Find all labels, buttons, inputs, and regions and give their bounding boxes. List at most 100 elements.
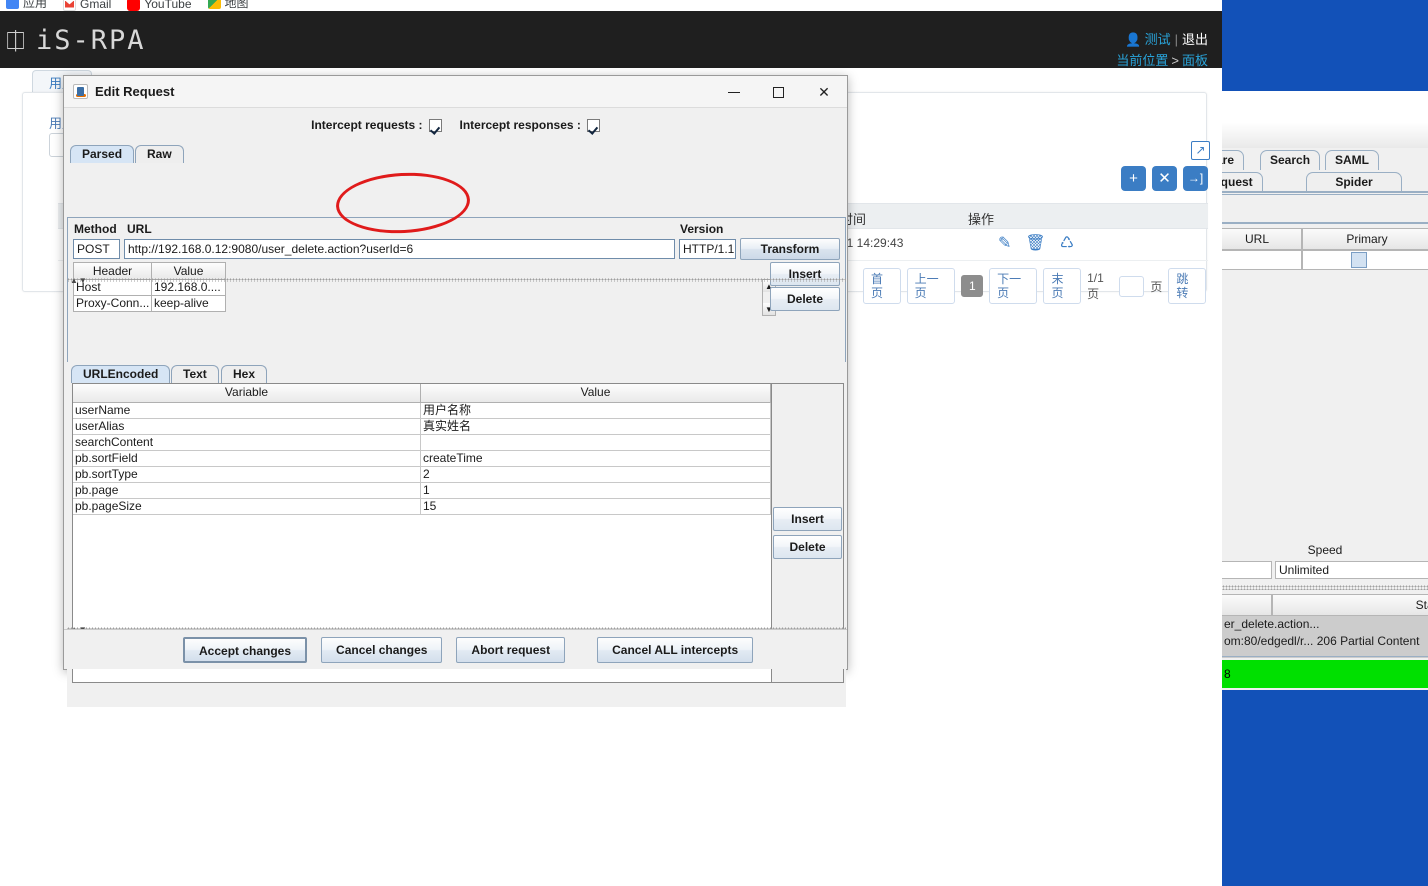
table-row[interactable]: pb.sortType 2: [73, 467, 771, 483]
breadcrumb-chevron-icon: >: [1171, 53, 1179, 68]
method-label: Method: [74, 222, 117, 236]
table-row[interactable]: pb.pageSize 15: [73, 499, 771, 515]
intercept-responses-checkbox[interactable]: [586, 118, 600, 132]
intercept-requests-option[interactable]: Intercept requests :: [311, 118, 442, 132]
acunetix-speed-value[interactable]: Unlimited: [1275, 561, 1428, 579]
edit-icon[interactable]: ✎: [998, 233, 1011, 253]
body-delete-button[interactable]: Delete: [773, 535, 842, 559]
pager-next[interactable]: 下一页: [989, 268, 1038, 304]
accept-changes-button[interactable]: Accept changes: [183, 636, 308, 663]
close-icon[interactable]: ✕: [801, 76, 847, 108]
acunetix-splitter[interactable]: [1222, 585, 1428, 590]
bookmark-apps[interactable]: 应用: [6, 0, 47, 11]
table-row[interactable]: pb.sortField createTime: [73, 451, 771, 467]
body-col-value[interactable]: Value: [421, 384, 771, 403]
body-value-cell[interactable]: createTime: [421, 451, 771, 467]
delete-button[interactable]: ✕: [1152, 166, 1177, 191]
pager-page-input[interactable]: [1118, 275, 1145, 297]
header-value-cell[interactable]: 192.168.0....: [152, 280, 226, 296]
bookmark-label: 地图: [224, 0, 249, 10]
acunetix-col-primary[interactable]: Primary: [1302, 228, 1428, 250]
bookmark-acunetix[interactable]: Acunetix - Login: [265, 0, 561, 11]
tab-raw[interactable]: Raw: [135, 145, 184, 163]
edit-request-dialog: Edit Request ✕ Intercept requests : Inte…: [63, 75, 848, 707]
body-value-cell[interactable]: 真实姓名: [421, 419, 771, 435]
header-name-cell[interactable]: Proxy-Conn...: [73, 296, 152, 312]
transform-button[interactable]: Transform: [740, 238, 840, 260]
add-button[interactable]: +: [1121, 166, 1146, 191]
body-insert-button[interactable]: Insert: [773, 507, 842, 531]
tab-parsed[interactable]: Parsed: [70, 145, 135, 163]
rpa-username[interactable]: 测试: [1145, 32, 1171, 47]
acunetix-cell-url[interactable]: [1222, 250, 1302, 270]
tab-saml[interactable]: SAML: [1325, 150, 1379, 170]
tab-hex[interactable]: Hex: [221, 365, 268, 383]
bookmark-maps[interactable]: 地图: [207, 0, 249, 11]
acunetix-tab-separator: [1222, 191, 1428, 193]
acunetix-speed-left-field[interactable]: [1222, 561, 1272, 579]
pager-prev[interactable]: 上一页: [906, 268, 956, 304]
body-col-variable[interactable]: Variable: [73, 384, 421, 403]
cancel-changes-button[interactable]: Cancel changes: [321, 636, 443, 663]
intercept-responses-option[interactable]: Intercept responses :: [460, 118, 600, 132]
pager-info: 1/1页: [1087, 270, 1104, 301]
cancel-all-intercepts-button[interactable]: Cancel ALL intercepts: [597, 636, 754, 663]
tab-request[interactable]: equest: [1222, 172, 1263, 192]
body-variable-cell[interactable]: searchContent: [73, 435, 421, 451]
bookmark-gmail[interactable]: Gmail: [63, 0, 111, 11]
table-row[interactable]: Proxy-Conn... keep-alive: [73, 296, 763, 312]
table-row[interactable]: pb.page 1: [73, 483, 771, 499]
header-insert-button[interactable]: Insert: [770, 262, 840, 286]
body-variable-cell[interactable]: userAlias: [73, 419, 421, 435]
list-item[interactable]: om:80/edgedl/r... 206 Partial Content: [1222, 633, 1428, 650]
method-field[interactable]: POST: [73, 239, 120, 259]
rpa-logout-link[interactable]: 退出: [1182, 32, 1208, 47]
body-value-cell[interactable]: 15: [421, 499, 771, 515]
table-row[interactable]: Host 192.168.0....: [73, 280, 763, 296]
parsed-splitter[interactable]: [67, 278, 846, 282]
abort-request-button[interactable]: Abort request: [456, 636, 566, 663]
tab-text[interactable]: Text: [171, 365, 219, 383]
acunetix-log-list[interactable]: er_delete.action... om:80/edgedl/r... 20…: [1222, 616, 1428, 658]
tab-urlencoded[interactable]: URLEncoded: [71, 365, 171, 383]
dialog-title-bar[interactable]: Edit Request ✕: [64, 76, 847, 108]
expand-icon[interactable]: ↗: [1191, 141, 1210, 160]
list-item[interactable]: er_delete.action...: [1222, 616, 1428, 633]
pager-last[interactable]: 末页: [1043, 268, 1082, 304]
body-variable-cell[interactable]: pb.pageSize: [73, 499, 421, 515]
body-variable-cell[interactable]: userName: [73, 403, 421, 419]
body-value-cell[interactable]: 用户名称: [421, 403, 771, 419]
tab-search[interactable]: Search: [1260, 150, 1321, 170]
import-button[interactable]: →]: [1183, 166, 1208, 191]
pager-current[interactable]: 1: [961, 275, 984, 297]
acunetix-cell-primary[interactable]: [1302, 250, 1428, 270]
url-field[interactable]: http://192.168.0.12:9080/user_delete.act…: [124, 239, 675, 259]
acunetix-col-url[interactable]: URL: [1222, 228, 1302, 250]
acunetix-active-row[interactable]: 8: [1222, 660, 1428, 688]
body-variable-cell[interactable]: pb.sortType: [73, 467, 421, 483]
header-value-cell[interactable]: keep-alive: [152, 296, 226, 312]
bookmark-youtube[interactable]: YouTube: [127, 0, 192, 11]
table-row[interactable]: userAlias 真实姓名: [73, 419, 771, 435]
version-field[interactable]: HTTP/1.1: [679, 239, 736, 259]
splitter-arrows-icon[interactable]: ▲▼: [70, 276, 88, 285]
table-row[interactable]: searchContent: [73, 435, 771, 451]
acunetix-col-status[interactable]: Stat: [1272, 594, 1428, 616]
minimize-icon[interactable]: [711, 76, 756, 108]
intercept-requests-checkbox[interactable]: [428, 118, 442, 132]
body-variable-cell[interactable]: pb.page: [73, 483, 421, 499]
body-variable-cell[interactable]: pb.sortField: [73, 451, 421, 467]
tab-compare[interactable]: are: [1222, 150, 1245, 170]
header-delete-button[interactable]: Delete: [770, 287, 840, 311]
trash-icon[interactable]: 🗑: [1025, 233, 1045, 253]
reset-icon[interactable]: ♺: [1060, 233, 1074, 253]
maximize-icon[interactable]: [756, 76, 801, 108]
table-row[interactable]: userName 用户名称: [73, 403, 771, 419]
body-value-cell[interactable]: 2: [421, 467, 771, 483]
body-value-cell[interactable]: 1: [421, 483, 771, 499]
pager-jump[interactable]: 跳转: [1168, 268, 1206, 304]
body-value-cell[interactable]: [421, 435, 771, 451]
tab-spider[interactable]: Spider: [1306, 172, 1402, 192]
acunetix-primary-checkbox[interactable]: [1351, 252, 1367, 268]
pager-first[interactable]: 首页: [863, 268, 901, 304]
